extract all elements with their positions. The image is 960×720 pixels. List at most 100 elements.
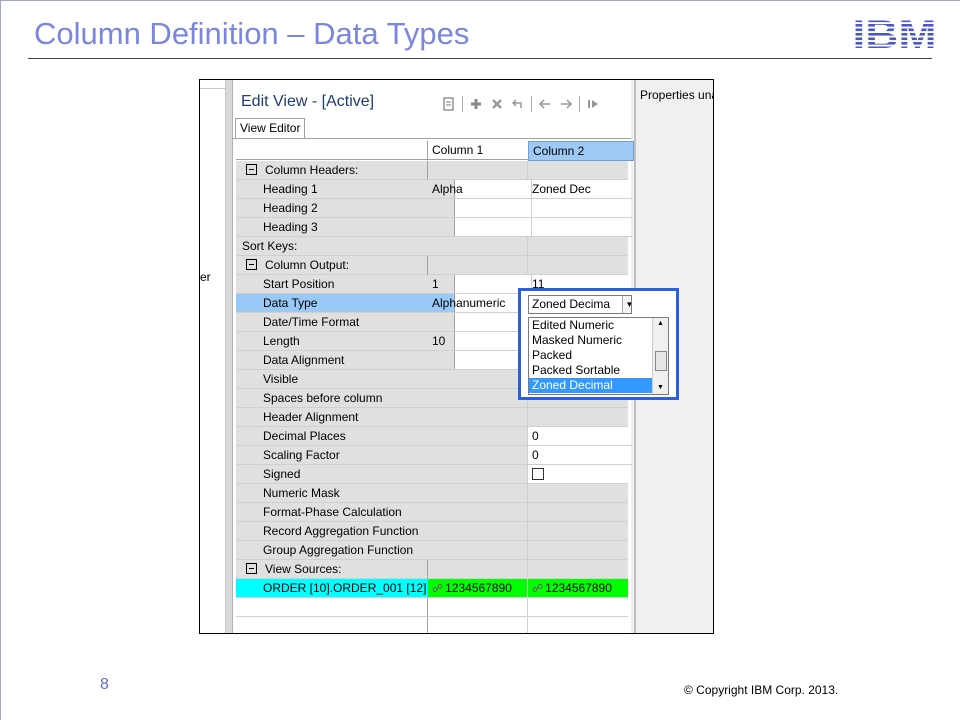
editor-toolbar (441, 94, 601, 114)
property-row-format-phase-calculation[interactable]: Format-Phase Calculation (236, 503, 630, 522)
signed-checkbox[interactable] (532, 468, 544, 480)
cell-col1[interactable] (428, 541, 528, 560)
page-number: 8 (100, 676, 109, 693)
column-header-1[interactable]: Column 1 (428, 141, 532, 160)
step-icon[interactable] (585, 96, 601, 112)
empty-row (236, 598, 630, 617)
cell-col1[interactable] (428, 351, 532, 370)
option-zoned-decimal[interactable]: Zoned Decimal (529, 378, 668, 393)
row-label: Date/Time Format (236, 313, 455, 332)
option-packed[interactable]: Packed (529, 348, 668, 363)
collapse-icon[interactable] (246, 164, 257, 175)
cell-col1[interactable] (428, 408, 528, 427)
left-panel: er (200, 80, 226, 633)
cell (528, 560, 628, 579)
cell (236, 598, 428, 617)
cell-col2[interactable] (528, 541, 628, 560)
cell (236, 617, 428, 633)
cell-col1[interactable] (428, 389, 528, 408)
row-label: Signed (236, 465, 455, 484)
cell-col2[interactable] (528, 503, 628, 522)
option-packed-sortable[interactable]: Packed Sortable (529, 363, 668, 378)
collapse-icon[interactable] (246, 563, 257, 574)
options-scrollbar[interactable]: ▲ ▼ (652, 318, 668, 394)
row-label: Data Alignment (236, 351, 455, 370)
property-row-heading-2[interactable]: Heading 2 (236, 199, 632, 218)
scroll-down-icon[interactable]: ▼ (653, 382, 668, 394)
section-row-view-sources[interactable]: View Sources: (236, 560, 630, 579)
cell-col1[interactable]: 10 (428, 332, 532, 351)
move-left-icon[interactable] (537, 96, 553, 112)
cell-col1[interactable]: ☍ 1234567890 (428, 579, 528, 598)
section-row-column-output[interactable]: Column Output: (236, 256, 630, 275)
cell-col2[interactable] (528, 522, 628, 541)
screenshot-frame: er Edit View - [Active] View Editor Colu… (199, 79, 714, 634)
property-row-heading-3[interactable]: Heading 3 (236, 218, 632, 237)
property-row-header-alignment[interactable]: Header Alignment (236, 408, 630, 427)
cell-col1[interactable] (428, 370, 528, 389)
property-row-heading-1[interactable]: Heading 1 Alpha Zoned Dec (236, 180, 632, 199)
add-icon[interactable] (468, 96, 484, 112)
cell-col1[interactable]: Alpha (428, 180, 532, 199)
empty-row (236, 617, 630, 633)
scroll-up-icon[interactable]: ▲ (653, 318, 668, 330)
sash[interactable] (226, 80, 233, 633)
cell-col1[interactable] (428, 465, 528, 484)
cell-col1[interactable] (428, 427, 528, 446)
cell-col2[interactable]: 0 (528, 427, 632, 446)
cell (528, 161, 628, 180)
chevron-down-icon[interactable]: ▼ (622, 296, 631, 313)
property-row-group-aggregation[interactable]: Group Aggregation Function (236, 541, 630, 560)
cell-col2[interactable] (528, 484, 628, 503)
toolbar-separator (531, 96, 532, 112)
tab-view-editor[interactable]: View Editor (235, 118, 306, 138)
row-label: Length (236, 332, 455, 351)
cell-col2 (528, 465, 628, 484)
cell-col1[interactable] (428, 313, 532, 332)
cell-col1[interactable] (428, 199, 532, 218)
section-row-sort-keys[interactable]: Sort Keys: (236, 237, 630, 256)
cell-col1[interactable]: Alphanumeric (428, 294, 532, 313)
row-label: Heading 1 (236, 180, 455, 199)
option-masked-numeric[interactable]: Masked Numeric (529, 333, 668, 348)
cell-col1[interactable] (428, 218, 532, 237)
move-right-icon[interactable] (558, 96, 574, 112)
cell-col2[interactable] (528, 218, 632, 237)
cell-col2[interactable]: Zoned Dec (528, 180, 632, 199)
data-type-select[interactable]: Zoned Decima ▼ (528, 295, 632, 314)
cell (428, 617, 528, 633)
toolbar-separator (462, 96, 463, 112)
data-type-dropdown: Zoned Decima ▼ Edited Numeric Masked Num… (518, 288, 679, 400)
property-row-numeric-mask[interactable]: Numeric Mask (236, 484, 630, 503)
collapse-icon[interactable] (246, 259, 257, 270)
property-row-record-aggregation[interactable]: Record Aggregation Function (236, 522, 630, 541)
property-row-decimal-places[interactable]: Decimal Places 0 (236, 427, 632, 446)
cell-col1[interactable] (428, 484, 528, 503)
slide-title: Column Definition – Data Types (34, 16, 470, 51)
property-row-signed[interactable]: Signed (236, 465, 630, 484)
property-row-scaling-factor[interactable]: Scaling Factor 0 (236, 446, 632, 465)
scroll-thumb[interactable] (655, 351, 667, 371)
cell-col1[interactable] (428, 522, 528, 541)
cell-col2[interactable]: 0 (528, 446, 632, 465)
cell-col1[interactable] (428, 446, 528, 465)
cell (428, 237, 528, 256)
link-icon: ☍ (532, 583, 544, 595)
row-label: Heading 2 (236, 199, 455, 218)
cell-col1[interactable]: 1 (428, 275, 532, 294)
column-header-2[interactable]: Column 2 (528, 141, 634, 161)
cell (528, 237, 628, 256)
row-label: Header Alignment (236, 408, 455, 427)
cell-col2[interactable] (528, 408, 628, 427)
cell-col2[interactable] (528, 199, 632, 218)
delete-icon[interactable] (489, 96, 505, 112)
row-label: Column Headers: (236, 161, 428, 180)
option-edited-numeric[interactable]: Edited Numeric (529, 318, 668, 333)
export-icon[interactable] (441, 96, 457, 112)
property-row-view-source[interactable]: ORDER [10].ORDER_001 [12] ☍ 1234567890 ☍ 1… (236, 579, 630, 598)
cell-col1[interactable] (428, 503, 528, 522)
section-row-column-headers[interactable]: Column Headers: (236, 161, 630, 180)
cell-col2[interactable]: ☍ 1234567890 (528, 579, 628, 598)
undo-icon[interactable] (510, 96, 526, 112)
row-label: View Sources: (236, 560, 428, 579)
